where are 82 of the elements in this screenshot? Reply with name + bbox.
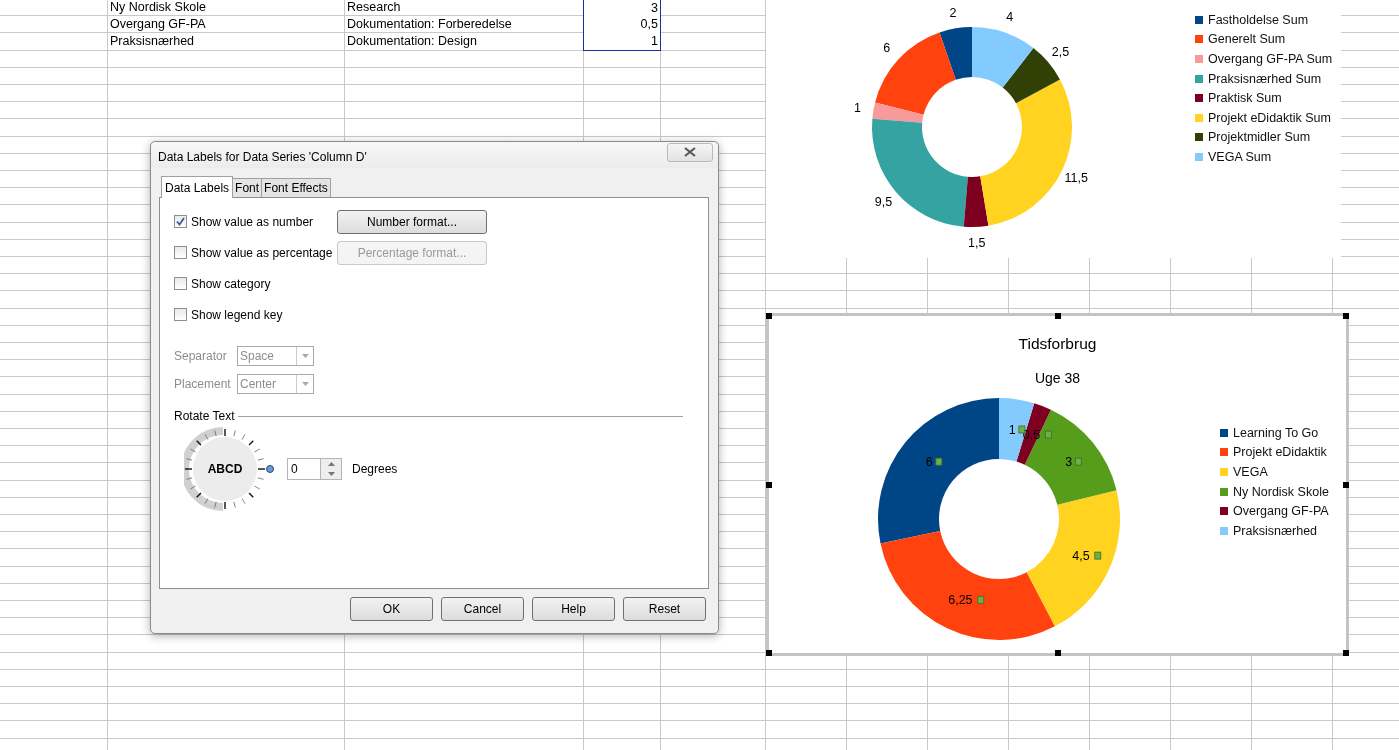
caret-icon [301,354,309,358]
tab[interactable]: Data Labels [161,176,234,198]
degrees-field[interactable]: 0 [287,458,321,480]
table-cell: 1 [583,33,661,51]
section-heading: Rotate Text [174,409,235,423]
value-label: 3 [1065,455,1073,470]
legend-label: Learning To Go [1233,425,1319,440]
value-label: 1 [1008,423,1016,437]
tab[interactable]: Font [232,178,263,197]
window-title: Data Labels for Data Series 'Column D' [158,148,367,164]
value-label: 1,5 [968,235,986,250]
resize-handle[interactable] [1343,313,1349,319]
label-marker-icon [977,595,985,604]
legend-label: Projekt eDidaktik Sum [1208,110,1331,125]
chart-subtitle: Uge 38 [1033,370,1082,388]
table-cell-text: Praksisnærhed [109,33,196,51]
value-label: 6 [883,41,891,56]
checkbox[interactable] [174,246,187,259]
dialog-button[interactable]: Reset [623,597,706,621]
label-marker-icon [1044,430,1052,439]
label-marker-icon [935,457,943,466]
table-cell: 0,5 [583,16,661,34]
value-label: 6 [925,455,933,470]
field-label: Degrees [352,462,398,476]
caret-down-icon [327,472,335,476]
chart-title: Tidsforbrug [1017,335,1098,354]
format-button[interactable]: Number format... [337,209,487,234]
dialog-button[interactable]: Help [532,597,615,621]
close-button[interactable] [667,142,713,162]
table-cell-text: Overgang GF-PA [109,16,207,34]
value-label: 2,5 [1051,45,1070,60]
legend-label: Ny Nordisk Skole [1233,484,1329,499]
resize-handle[interactable] [1054,313,1061,319]
value-label: 2 [949,5,957,20]
value-label: 4,5 [1072,549,1090,564]
table-cell-text: Ny Nordisk Skole [109,0,207,16]
checkbox-label: Show value as percentage [191,245,333,260]
dialog-button[interactable]: Cancel [441,597,524,621]
table-cell-text: Dokumentation: Design [346,33,478,51]
dial-sample-text: ABCD [207,462,243,476]
checkbox-label: Show category [191,276,271,291]
dialog-button[interactable]: OK [350,597,433,621]
resize-handle[interactable] [1343,650,1349,656]
caret-icon [301,382,309,386]
label-marker-icon [1074,457,1082,466]
resize-handle[interactable] [766,650,772,656]
resize-handle[interactable] [766,313,772,319]
table-cell-text: Dokumentation: Forberedelse [346,16,513,34]
table-cell-text: Research [346,0,402,16]
caret-up-icon [327,462,335,466]
close-icon [684,147,696,157]
checkbox-label: Show legend key [191,307,283,322]
resize-handle[interactable] [766,481,772,488]
spin-up-button[interactable] [321,459,341,469]
spin-down-button[interactable] [321,469,341,479]
legend-label: Fastholdelse Sum [1208,12,1309,27]
tab[interactable]: Font Effects [261,178,331,197]
field-label: Placement [174,377,232,391]
resize-handle[interactable] [1343,481,1349,488]
value-label: 6,25 [948,593,973,608]
checkbox[interactable] [174,277,187,290]
legend-label: VEGA Sum [1208,149,1272,164]
legend-label: Projektmidler Sum [1208,130,1311,145]
checkbox-label: Show value as number [191,214,314,229]
field-label: Separator [174,349,228,363]
value-label: 1 [854,100,862,115]
legend-label: Praksisnærhed [1233,523,1318,538]
checkbox[interactable] [174,215,187,228]
resize-handle[interactable] [1054,650,1061,656]
legend-label: Overgang GF-PA Sum [1208,52,1333,66]
legend-label: Praktisk Sum [1208,91,1282,106]
label-marker-icon [1094,551,1102,560]
value-label: 9,5 [874,194,893,209]
legend-label: VEGA [1233,465,1268,479]
table-cell: 3 [583,0,661,17]
legend-label: Overgang GF-PA [1233,504,1329,519]
legend-label: Praksisnærhed Sum [1208,71,1322,86]
legend-label: Generelt Sum [1208,32,1286,47]
value-label: 11,5 [1064,170,1088,185]
value-label: 4 [1006,10,1014,25]
checkbox[interactable] [174,308,187,321]
legend-label: Projekt eDidaktik [1233,445,1327,460]
